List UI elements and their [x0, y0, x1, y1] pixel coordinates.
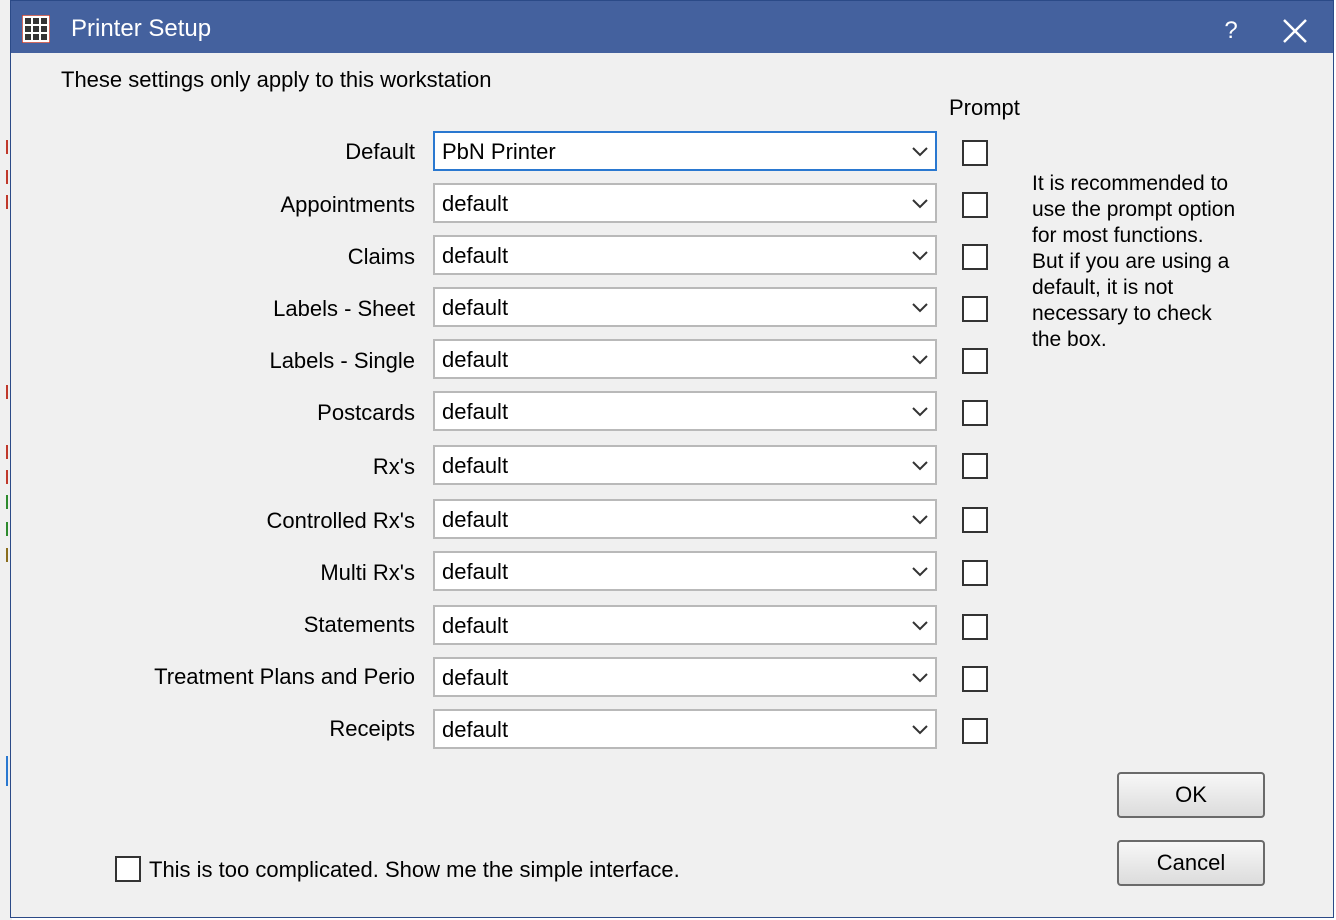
selected-printer: default: [442, 717, 509, 742]
chevron-down-icon: [912, 673, 928, 683]
background-mark: [0, 385, 8, 399]
info-line: But if you are using a: [1032, 250, 1230, 273]
selected-printer: default: [442, 453, 509, 478]
selected-printer: default: [442, 399, 509, 424]
prompt-checkbox-receipts[interactable]: [962, 718, 988, 744]
chevron-down-icon: [912, 303, 928, 313]
chevron-down-icon: [912, 567, 928, 577]
prompt-checkbox-labels-sheet[interactable]: [962, 296, 988, 322]
ok-button[interactable]: OK: [1117, 772, 1265, 818]
printer-select-default[interactable]: PbN Printer: [433, 131, 937, 171]
printer-select-labels-single[interactable]: default: [433, 339, 937, 379]
help-button[interactable]: ?: [1217, 17, 1245, 45]
printer-select-multi-rxs[interactable]: default: [433, 551, 937, 591]
printer-select-statements[interactable]: default: [433, 605, 937, 645]
printer-select-controlled-rxs[interactable]: default: [433, 499, 937, 539]
close-icon[interactable]: [1275, 11, 1315, 51]
row-label-rxs: Rx's: [372, 454, 415, 479]
printer-select-receipts[interactable]: default: [433, 709, 937, 749]
printer-setup-dialog: Printer Setup ? These settings only appl…: [10, 0, 1334, 918]
background-mark: [0, 445, 8, 459]
selected-printer: default: [442, 243, 509, 268]
prompt-checkbox-treatment-plans[interactable]: [962, 666, 988, 692]
row-label-postcards: Postcards: [317, 400, 415, 425]
selected-printer: default: [442, 191, 509, 216]
row-label-labels-single: Labels - Single: [269, 348, 415, 373]
chevron-down-icon: [912, 199, 928, 209]
info-line: necessary to check: [1032, 302, 1212, 325]
printer-select-postcards[interactable]: default: [433, 391, 937, 431]
background-mark: [0, 495, 8, 509]
info-line: It is recommended to: [1032, 172, 1229, 195]
chevron-down-icon: [912, 407, 928, 417]
row-label-default: Default: [345, 139, 415, 164]
workstation-notice: These settings only apply to this workst…: [61, 67, 492, 92]
background-mark: [0, 140, 8, 154]
app-grid-icon: [22, 15, 50, 43]
info-line: default, it is not: [1032, 276, 1174, 299]
background-mark: [0, 470, 8, 484]
printer-select-treatment-plans[interactable]: default: [433, 657, 937, 697]
selected-printer: default: [442, 347, 509, 372]
selected-printer: default: [442, 295, 509, 320]
row-label-treatment-plans: Treatment Plans and Perio: [154, 664, 415, 689]
chevron-down-icon: [912, 725, 928, 735]
prompt-checkbox-rxs[interactable]: [962, 453, 988, 479]
row-label-appointments: Appointments: [280, 192, 415, 217]
info-line: for most functions.: [1032, 224, 1204, 247]
printer-select-rxs[interactable]: default: [433, 445, 937, 485]
background-mark: [0, 170, 8, 184]
prompt-column-header: Prompt: [949, 95, 1020, 120]
prompt-recommendation-text: It is recommended to use the prompt opti…: [1032, 171, 1292, 353]
background-mark: [0, 195, 8, 209]
printer-select-appointments[interactable]: default: [433, 183, 937, 223]
selected-printer: PbN Printer: [442, 139, 556, 164]
background-mark: [0, 522, 8, 536]
row-label-statements: Statements: [303, 612, 415, 637]
prompt-checkbox-controlled-rxs[interactable]: [962, 507, 988, 533]
chevron-down-icon: [912, 621, 928, 631]
selected-printer: default: [442, 507, 509, 532]
prompt-checkbox-appointments[interactable]: [962, 192, 988, 218]
simple-interface-label[interactable]: This is too complicated. Show me the sim…: [149, 857, 680, 883]
info-line: use the prompt option: [1032, 198, 1236, 221]
prompt-checkbox-claims[interactable]: [962, 244, 988, 270]
background-mark: [0, 548, 8, 562]
title-bar[interactable]: Printer Setup ?: [11, 1, 1333, 53]
printer-select-claims[interactable]: default: [433, 235, 937, 275]
chevron-down-icon: [912, 147, 928, 157]
chevron-down-icon: [912, 251, 928, 261]
chevron-down-icon: [912, 515, 928, 525]
simple-interface-checkbox[interactable]: [115, 856, 141, 882]
row-label-multi-rxs: Multi Rx's: [320, 560, 415, 585]
info-line: the box.: [1032, 328, 1107, 351]
selected-printer: default: [442, 665, 509, 690]
printer-select-labels-sheet[interactable]: default: [433, 287, 937, 327]
cancel-button[interactable]: Cancel: [1117, 840, 1265, 886]
row-label-labels-sheet: Labels - Sheet: [273, 296, 415, 321]
background-mark: [0, 756, 8, 786]
prompt-checkbox-multi-rxs[interactable]: [962, 560, 988, 586]
prompt-checkbox-statements[interactable]: [962, 614, 988, 640]
prompt-checkbox-postcards[interactable]: [962, 400, 988, 426]
selected-printer: default: [442, 559, 509, 584]
row-label-controlled-rxs: Controlled Rx's: [266, 508, 415, 533]
chevron-down-icon: [912, 461, 928, 471]
row-label-receipts: Receipts: [329, 716, 415, 741]
chevron-down-icon: [912, 355, 928, 365]
prompt-checkbox-default[interactable]: [962, 140, 988, 166]
selected-printer: default: [442, 613, 509, 638]
row-label-claims: Claims: [347, 244, 415, 269]
window-title: Printer Setup: [71, 15, 212, 42]
prompt-checkbox-labels-single[interactable]: [962, 348, 988, 374]
